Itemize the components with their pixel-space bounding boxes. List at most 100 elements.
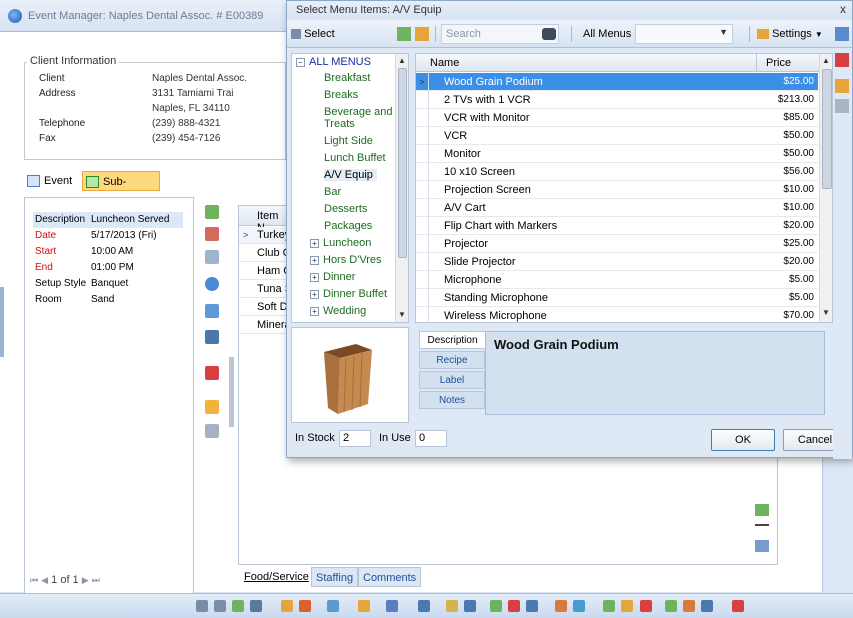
price-column-header[interactable]: Price bbox=[766, 57, 791, 69]
row-header[interactable] bbox=[416, 235, 429, 253]
open-folder-icon[interactable] bbox=[415, 27, 429, 41]
ok-button[interactable]: OK bbox=[711, 429, 775, 451]
check-tool-icon[interactable] bbox=[464, 600, 476, 612]
settings-button[interactable]: Settings ▼ bbox=[757, 25, 827, 43]
chart-tool-icon[interactable] bbox=[327, 600, 339, 612]
row-header[interactable] bbox=[416, 91, 429, 109]
row-header[interactable] bbox=[416, 289, 429, 307]
last-record-icon[interactable]: ⏭ bbox=[92, 575, 100, 585]
folder-tool-icon[interactable] bbox=[446, 600, 458, 612]
tab-food-service[interactable]: Food/Service bbox=[240, 567, 313, 587]
tree-item-breakfast[interactable]: Breakfast bbox=[324, 72, 370, 84]
tab-staffing[interactable]: Staffing bbox=[311, 567, 359, 587]
row-header[interactable] bbox=[416, 271, 429, 289]
detail-value[interactable]: Sand bbox=[91, 292, 114, 308]
remove-row-icon[interactable] bbox=[755, 524, 769, 526]
expand-icon[interactable]: + bbox=[310, 255, 319, 265]
remove-item-icon[interactable] bbox=[205, 227, 219, 241]
left-splitter[interactable] bbox=[0, 287, 4, 357]
print-icon[interactable] bbox=[205, 424, 219, 438]
move-item-icon[interactable] bbox=[205, 304, 219, 318]
in-stock-field[interactable]: 2 bbox=[339, 430, 371, 447]
edit-item-icon[interactable] bbox=[205, 250, 219, 264]
row-header[interactable]: > bbox=[416, 73, 429, 91]
in-use-field[interactable]: 0 bbox=[415, 430, 447, 447]
tree-item-luncheon[interactable]: + Luncheon bbox=[310, 237, 371, 249]
table-row[interactable]: Wireless Microphone $70.00 bbox=[416, 307, 818, 322]
staff-tool-icon[interactable] bbox=[214, 600, 226, 612]
tree-item-dinner-buffet[interactable]: + Dinner Buffet bbox=[310, 288, 387, 300]
table-row[interactable]: Slide Projector $20.00 bbox=[416, 253, 818, 271]
tab-comments[interactable]: Comments bbox=[358, 567, 422, 587]
tab-label[interactable]: Label bbox=[419, 371, 485, 389]
table-row[interactable]: Monitor $50.00 bbox=[416, 145, 818, 163]
detail-value[interactable]: 10:00 AM bbox=[91, 244, 133, 260]
scroll-up-icon[interactable]: ▲ bbox=[822, 56, 830, 65]
tree-item-wedding[interactable]: + Wedding bbox=[310, 305, 366, 317]
row-header[interactable] bbox=[416, 109, 429, 127]
tab-sub-event[interactable]: Sub-Event bbox=[82, 171, 160, 208]
next-record-icon[interactable]: ▶ bbox=[82, 575, 89, 585]
row-header[interactable] bbox=[416, 217, 429, 235]
window-icon[interactable] bbox=[835, 27, 849, 41]
column-divider[interactable] bbox=[756, 54, 757, 72]
tab-notes[interactable]: Notes bbox=[419, 391, 485, 409]
tree-item-bar[interactable]: Bar bbox=[324, 186, 341, 198]
tree-item-lunch-buffet[interactable]: Lunch Buffet bbox=[324, 152, 386, 164]
cafe-icon[interactable] bbox=[205, 330, 219, 344]
list-tool-icon[interactable] bbox=[490, 600, 502, 612]
expand-icon[interactable]: + bbox=[310, 289, 319, 299]
people-icon[interactable] bbox=[196, 600, 208, 612]
doc-tool-icon[interactable] bbox=[418, 600, 430, 612]
table-row[interactable]: VCR with Monitor $85.00 bbox=[416, 109, 818, 127]
tree-item-hors-dvres[interactable]: + Hors D'Vres bbox=[310, 254, 382, 266]
tools-splitter[interactable] bbox=[229, 357, 234, 427]
detail-value[interactable]: Luncheon Served bbox=[91, 212, 169, 228]
menu-grid-icon[interactable] bbox=[205, 400, 219, 414]
table-row[interactable]: 2 TVs with 1 VCR $213.00 bbox=[416, 91, 818, 109]
close-icon[interactable]: x bbox=[840, 2, 846, 16]
staff-icon[interactable] bbox=[205, 366, 219, 380]
window-icon[interactable] bbox=[835, 53, 849, 67]
tab-event[interactable]: Event bbox=[24, 171, 76, 191]
detail-value[interactable]: 5/17/2013 (Fri) bbox=[91, 228, 157, 244]
collapse-icon[interactable]: − bbox=[296, 57, 305, 67]
group-tool-icon[interactable] bbox=[603, 600, 615, 612]
table-row[interactable]: Projection Screen $10.00 bbox=[416, 181, 818, 199]
row-header[interactable] bbox=[416, 163, 429, 181]
refresh-tool-icon[interactable] bbox=[508, 600, 520, 612]
first-record-icon[interactable]: ⏮ bbox=[30, 575, 38, 585]
calendar-grid-icon[interactable] bbox=[835, 79, 849, 93]
table-row[interactable]: > Wood Grain Podium $25.00 bbox=[416, 73, 818, 91]
map-tool-icon[interactable] bbox=[683, 600, 695, 612]
report-tool-icon[interactable] bbox=[555, 600, 567, 612]
table-row[interactable]: Tuna S bbox=[239, 281, 289, 298]
edit-tool-icon[interactable] bbox=[232, 600, 244, 612]
row-header[interactable] bbox=[416, 199, 429, 217]
tree-item-light-side[interactable]: Light Side bbox=[324, 135, 373, 147]
tree-scroll-thumb[interactable] bbox=[398, 68, 407, 258]
tab-recipe[interactable]: Recipe bbox=[419, 351, 485, 369]
detail-value[interactable]: Banquet bbox=[91, 276, 128, 292]
tree-item-breaks[interactable]: Breaks bbox=[324, 89, 358, 101]
table-row[interactable]: > Turkey bbox=[239, 227, 289, 244]
detail-value[interactable]: 01:00 PM bbox=[91, 260, 134, 276]
tree-item-treats[interactable]: Treats bbox=[324, 118, 355, 130]
select-button[interactable]: Select bbox=[291, 25, 335, 43]
tree-item-packages[interactable]: Packages bbox=[324, 220, 372, 232]
grid-scrollbar[interactable]: ▲ ▼ bbox=[819, 54, 832, 322]
percent-tool-icon[interactable] bbox=[526, 600, 538, 612]
table-row[interactable]: Microphone $5.00 bbox=[416, 271, 818, 289]
add-item-icon[interactable] bbox=[205, 205, 219, 219]
row-header[interactable] bbox=[416, 145, 429, 163]
tab-description[interactable]: Description bbox=[419, 331, 485, 349]
table-row[interactable]: Projector $25.00 bbox=[416, 235, 818, 253]
tree-item-beverage[interactable]: Beverage and bbox=[324, 106, 393, 118]
grid-scroll-thumb[interactable] bbox=[822, 69, 832, 189]
star-tool-icon[interactable] bbox=[281, 600, 293, 612]
table-row[interactable]: 10 x10 Screen $56.00 bbox=[416, 163, 818, 181]
binoculars-icon[interactable] bbox=[542, 28, 556, 40]
tree-scrollbar[interactable]: ▲ ▼ bbox=[395, 54, 408, 322]
row-header[interactable] bbox=[416, 181, 429, 199]
image-tool-icon[interactable] bbox=[358, 600, 370, 612]
